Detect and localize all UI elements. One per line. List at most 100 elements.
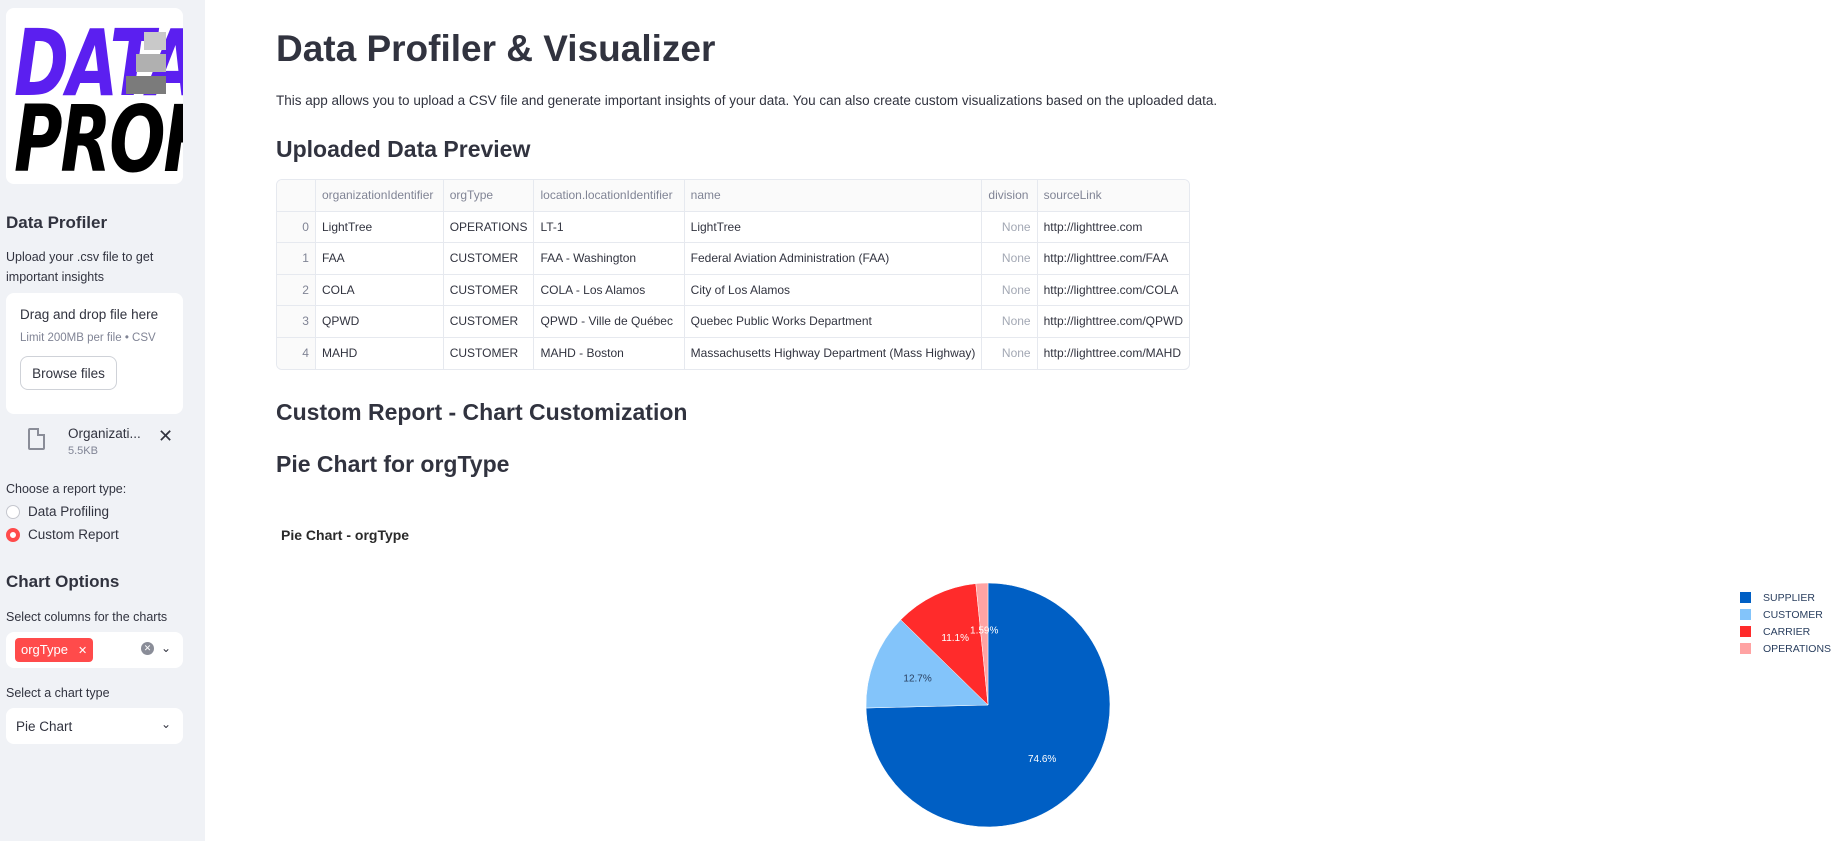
table-cell[interactable]: QPWD bbox=[315, 305, 444, 338]
legend-item[interactable]: CARRIER bbox=[1740, 623, 1831, 640]
table-header-row: organizationIdentifier orgType location.… bbox=[277, 180, 1189, 212]
remove-file-close-icon[interactable]: ✕ bbox=[158, 426, 173, 447]
chevron-down-icon[interactable]: ⌄ bbox=[161, 641, 171, 655]
table-cell[interactable]: None bbox=[981, 211, 1038, 243]
table-cell[interactable]: Massachusetts Highway Department (Mass H… bbox=[684, 337, 983, 369]
legend-item[interactable]: SUPPLIER bbox=[1740, 589, 1831, 606]
legend-swatch bbox=[1740, 643, 1751, 654]
table-cell[interactable]: QPWD - Ville de Québec bbox=[533, 305, 685, 338]
table-cell[interactable]: http://lighttree.com/FAA bbox=[1037, 242, 1189, 275]
table-cell[interactable]: None bbox=[981, 274, 1038, 306]
dropzone-limit: Limit 200MB per file • CSV bbox=[20, 332, 156, 344]
dropzone-title: Drag and drop file here bbox=[20, 307, 159, 322]
custom-report-heading: Custom Report - Chart Customization bbox=[276, 399, 688, 425]
clear-selection-icon[interactable]: ✕ bbox=[141, 642, 154, 655]
uploaded-file: Organizati... 5.5KB ✕ bbox=[6, 422, 199, 476]
pie-chart[interactable]: 74.6% 12.7% 11.1%1.59% bbox=[276, 560, 1576, 841]
table-cell[interactable]: http://lighttree.com/COLA bbox=[1037, 274, 1189, 306]
legend-label: CARRIER bbox=[1763, 625, 1811, 638]
radio-selected-icon[interactable] bbox=[6, 527, 20, 542]
logo-line-profiler: PROFILER bbox=[14, 86, 183, 184]
chart-title: Pie Chart - orgType bbox=[281, 527, 410, 543]
row-index: 3 bbox=[277, 305, 316, 338]
intro-text: This app allows you to upload a CSV file… bbox=[276, 93, 1218, 108]
pie-slice-label: 74.6% bbox=[1028, 754, 1056, 765]
table-row[interactable]: 0 LightTree OPERATIONS LT-1 LightTree No… bbox=[277, 211, 1189, 243]
table-cell[interactable]: CUSTOMER bbox=[443, 274, 535, 306]
report-type-label: Choose a report type: bbox=[6, 482, 127, 496]
table-cell[interactable]: CUSTOMER bbox=[443, 242, 535, 275]
radio-label: Data Profiling bbox=[28, 504, 110, 519]
table-cell[interactable]: COLA - Los Alamos bbox=[533, 274, 685, 306]
legend-swatch bbox=[1740, 609, 1751, 620]
radio-unselected-icon[interactable] bbox=[6, 504, 20, 519]
table-row[interactable]: 2 COLA CUSTOMER COLA - Los Alamos City o… bbox=[277, 274, 1189, 306]
column-header[interactable]: name bbox=[684, 180, 983, 212]
table-cell[interactable]: http://lighttree.com/MAHD bbox=[1037, 337, 1189, 369]
tag-remove-icon[interactable]: ✕ bbox=[78, 645, 87, 657]
row-index: 2 bbox=[277, 274, 316, 306]
file-icon bbox=[28, 428, 45, 450]
table-cell[interactable]: COLA bbox=[315, 274, 444, 306]
chart-type-label: Select a chart type bbox=[6, 686, 110, 700]
file-uploader-dropzone[interactable]: Drag and drop file here Limit 200MB per … bbox=[6, 293, 183, 414]
table-cell[interactable]: FAA bbox=[315, 242, 444, 275]
tag-label: orgType bbox=[21, 642, 68, 657]
legend-swatch bbox=[1740, 592, 1751, 603]
legend-label: SUPPLIER bbox=[1763, 591, 1815, 604]
table-cell[interactable]: CUSTOMER bbox=[443, 305, 535, 338]
table-cell[interactable]: LT-1 bbox=[533, 211, 685, 243]
legend-label: OPERATIONS bbox=[1763, 642, 1831, 655]
table-cell[interactable]: MAHD bbox=[315, 337, 444, 369]
table-cell[interactable]: LightTree bbox=[684, 211, 983, 243]
page-title: Data Profiler & Visualizer bbox=[276, 28, 716, 69]
column-header[interactable] bbox=[277, 180, 316, 212]
pie-slice-label: 1.59% bbox=[970, 625, 998, 636]
table-row[interactable]: 4 MAHD CUSTOMER MAHD - Boston Massachuse… bbox=[277, 337, 1189, 369]
sidebar: DATA PROFILER Data Profiler Upload your … bbox=[0, 0, 205, 841]
table-cell[interactable]: Quebec Public Works Department bbox=[684, 305, 983, 338]
row-index: 4 bbox=[277, 337, 316, 369]
main-content: Data Profiler & Visualizer This app allo… bbox=[276, 0, 1831, 841]
table-cell[interactable]: Federal Aviation Administration (FAA) bbox=[684, 242, 983, 275]
radio-label: Custom Report bbox=[28, 527, 119, 542]
uploaded-file-size: 5.5KB bbox=[68, 445, 98, 457]
logo-bar bbox=[136, 54, 166, 72]
table-cell[interactable]: FAA - Washington bbox=[533, 242, 685, 275]
column-header[interactable]: division bbox=[981, 180, 1038, 212]
table-cell[interactable]: None bbox=[981, 242, 1038, 275]
chart-legend[interactable]: SUPPLIER CUSTOMER CARRIER OPERATIONS bbox=[1740, 589, 1831, 657]
columns-select-label: Select columns for the charts bbox=[6, 610, 168, 624]
table-cell[interactable]: MAHD - Boston bbox=[533, 337, 685, 369]
chevron-down-icon[interactable]: ⌄ bbox=[161, 717, 171, 731]
pie-slice-label: 12.7% bbox=[903, 673, 931, 684]
data-preview-table[interactable]: organizationIdentifier orgType location.… bbox=[276, 179, 1190, 370]
pie-slice-label: 11.1% bbox=[941, 633, 969, 644]
browse-files-button[interactable]: Browse files bbox=[20, 356, 117, 390]
table-cell[interactable]: OPERATIONS bbox=[443, 211, 535, 243]
radio-custom-report[interactable]: Custom Report bbox=[6, 527, 199, 542]
selected-column-tag[interactable]: orgType ✕ bbox=[15, 638, 94, 662]
columns-multiselect[interactable]: orgType ✕ ✕ ⌄ bbox=[6, 632, 183, 668]
radio-data-profiling[interactable]: Data Profiling bbox=[6, 504, 199, 519]
table-cell[interactable]: http://lighttree.com/QPWD bbox=[1037, 305, 1189, 338]
chart-options-title: Chart Options bbox=[6, 572, 120, 591]
table-row[interactable]: 1 FAA CUSTOMER FAA - Washington Federal … bbox=[277, 242, 1189, 275]
table-cell[interactable]: City of Los Alamos bbox=[684, 274, 983, 306]
table-cell[interactable]: http://lighttree.com bbox=[1037, 211, 1189, 243]
row-index: 1 bbox=[277, 242, 316, 275]
column-header[interactable]: location.locationIdentifier bbox=[533, 180, 685, 212]
logo: DATA PROFILER bbox=[6, 8, 183, 184]
legend-item[interactable]: OPERATIONS bbox=[1740, 640, 1831, 657]
table-cell[interactable]: None bbox=[981, 337, 1038, 369]
column-header[interactable]: sourceLink bbox=[1037, 180, 1189, 212]
table-row[interactable]: 3 QPWD CUSTOMER QPWD - Ville de Québec Q… bbox=[277, 305, 1189, 338]
table-cell[interactable]: CUSTOMER bbox=[443, 337, 535, 369]
table-cell[interactable]: None bbox=[981, 305, 1038, 338]
column-header[interactable]: orgType bbox=[443, 180, 535, 212]
sidebar-app-title: Data Profiler bbox=[6, 213, 108, 232]
chart-type-select[interactable]: Pie Chart ⌄ bbox=[6, 708, 183, 744]
legend-item[interactable]: CUSTOMER bbox=[1740, 606, 1831, 623]
table-cell[interactable]: LightTree bbox=[315, 211, 444, 243]
column-header[interactable]: organizationIdentifier bbox=[315, 180, 444, 212]
